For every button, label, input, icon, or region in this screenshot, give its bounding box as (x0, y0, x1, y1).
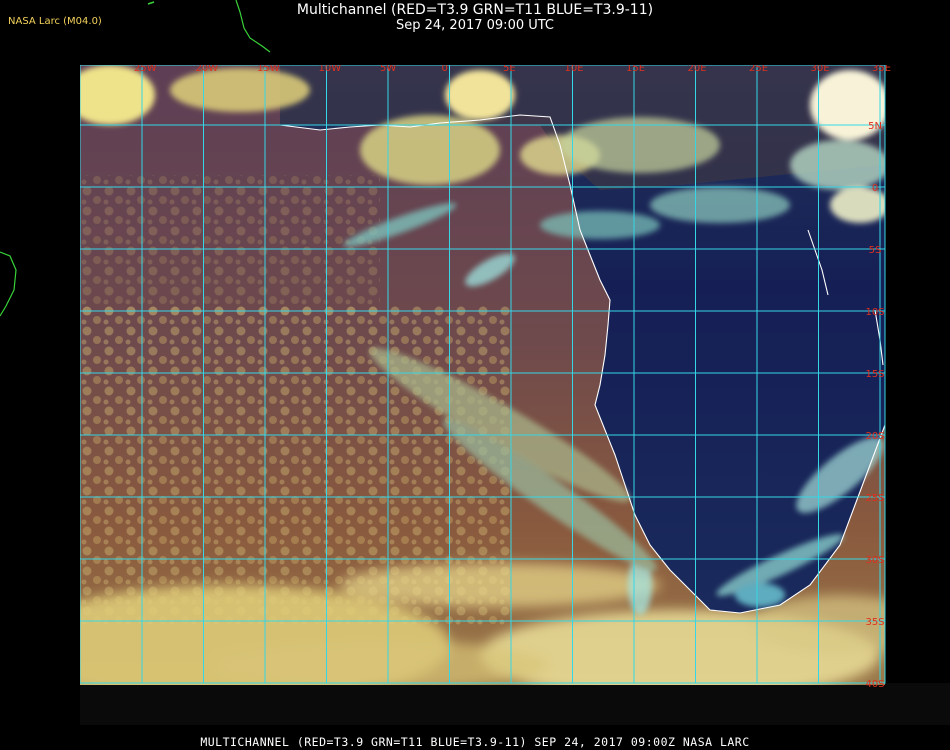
lon-label: 30E (811, 65, 830, 74)
lat-label: 25S (865, 493, 884, 504)
lat-label: 5S (869, 245, 882, 256)
lon-label: 15E (626, 65, 645, 74)
lon-label: 15W (257, 65, 280, 74)
lat-label: 15S (865, 369, 884, 380)
lat-label: 40S (865, 679, 884, 690)
lat-label: 30S (865, 555, 884, 566)
lat-label: 0 (872, 183, 878, 194)
lon-label: 0 (442, 65, 448, 74)
lon-label: 10E (565, 65, 584, 74)
lon-label: 10W (319, 65, 342, 74)
lon-label: 25E (749, 65, 768, 74)
lat-label: 10S (865, 307, 884, 318)
footer-caption: MULTICHANNEL (RED=T3.9 GRN=T11 BLUE=T3.9… (200, 735, 750, 749)
lat-label: 35S (865, 617, 884, 628)
lon-label: 20W (196, 65, 219, 74)
lon-label: 25W (134, 65, 157, 74)
lat-label: 20S (865, 431, 884, 442)
satellite-image: 25W 20W 15W 10W 5W 0 5E 10E 15E 20E 25E 30E 35E 5N 0 5… (79, 63, 950, 725)
lon-label: 20E (688, 65, 707, 74)
lon-label: 35E (872, 65, 891, 74)
lon-label: 5E (503, 65, 516, 74)
lon-label: 5W (380, 65, 396, 74)
lat-label: 5N (868, 121, 882, 132)
